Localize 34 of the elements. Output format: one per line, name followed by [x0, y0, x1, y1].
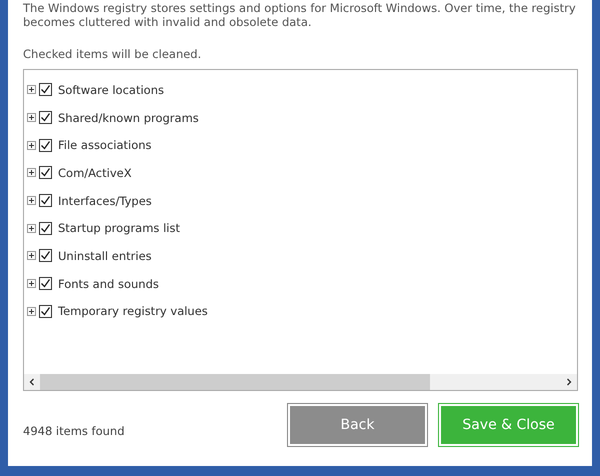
checkbox[interactable] — [39, 194, 52, 208]
item-label: Startup programs list — [58, 221, 180, 236]
item-label: Software locations — [58, 82, 164, 97]
expand-icon[interactable] — [27, 168, 36, 178]
save-button[interactable]: Save & Close — [439, 404, 578, 446]
item-label: Fonts and sounds — [58, 276, 159, 291]
expand-icon[interactable] — [27, 306, 36, 316]
checkbox[interactable] — [39, 111, 52, 124]
expand-icon[interactable] — [27, 251, 36, 260]
expand-icon[interactable] — [27, 196, 36, 206]
scroll-thumb[interactable] — [40, 374, 430, 390]
status-text: 4948 items found — [23, 424, 126, 438]
item-label: Uninstall entries — [58, 248, 152, 263]
checkbox[interactable] — [39, 138, 52, 152]
item-label: Temporary registry values — [58, 304, 208, 318]
checkbox[interactable] — [39, 83, 52, 96]
hint-text: Checked items will be cleaned. — [23, 47, 202, 61]
expand-icon[interactable] — [27, 224, 36, 233]
expand-icon[interactable] — [27, 279, 36, 288]
checkbox[interactable] — [39, 166, 52, 180]
checkbox[interactable] — [39, 304, 52, 318]
item-label: Interfaces/Types — [58, 194, 152, 208]
expand-icon[interactable] — [27, 85, 36, 94]
checkbox[interactable] — [39, 249, 52, 262]
item-label: Shared/known programs — [58, 110, 199, 125]
back-button[interactable]: Back — [288, 404, 427, 446]
expand-icon[interactable] — [27, 140, 36, 150]
checkbox[interactable] — [39, 222, 52, 235]
checkbox[interactable] — [39, 277, 52, 290]
description-text: The Windows registry stores settings and options for Microsoft Windows. Over time, the registry becomes cluttered with invalid and obsolete data. — [23, 1, 577, 29]
horizontal-scrollbar[interactable] — [24, 374, 577, 390]
expand-icon[interactable] — [27, 113, 36, 122]
item-label: File associations — [58, 138, 152, 152]
item-label: Com/ActiveX — [58, 166, 132, 180]
